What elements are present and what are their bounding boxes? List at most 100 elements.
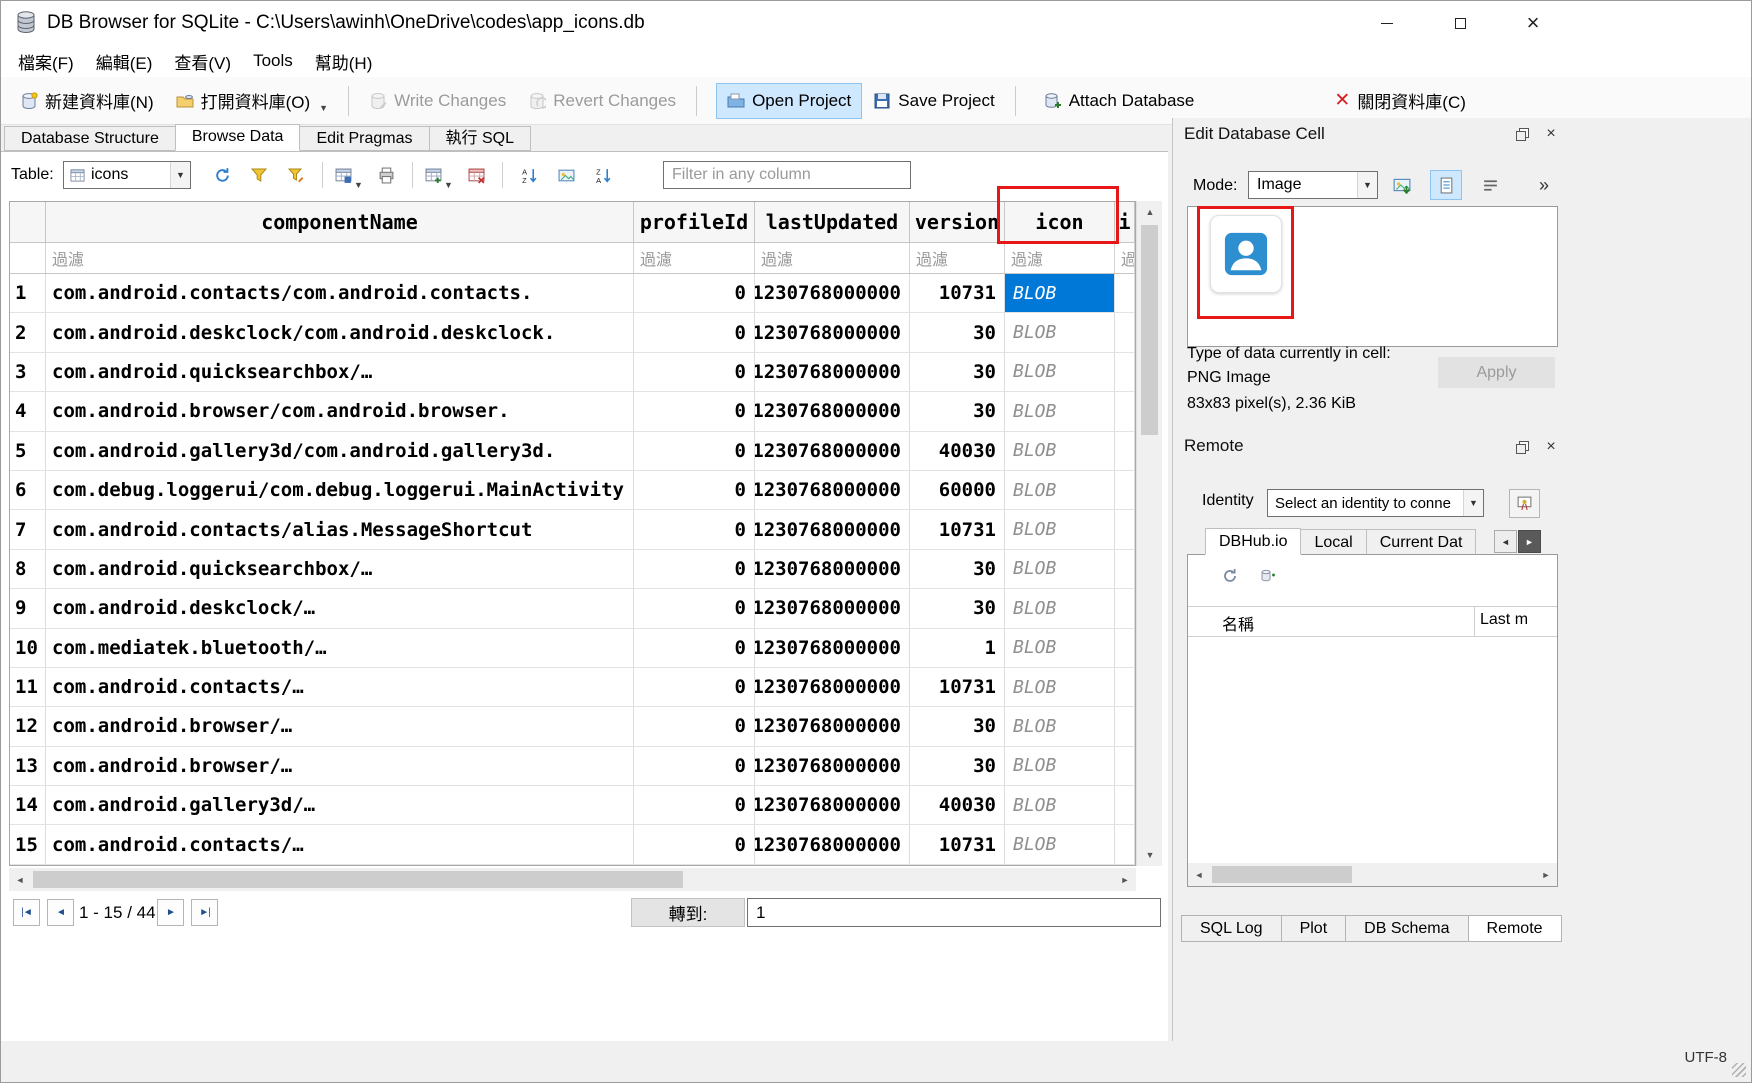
cell-icon-blob[interactable]: BLOB [1005, 471, 1115, 509]
cell-componentname[interactable]: com.mediatek.bluetooth/… [46, 629, 634, 667]
cell-icon-blob[interactable]: BLOB [1005, 510, 1115, 548]
identity-select[interactable]: Select an identity to conne ▼ [1267, 489, 1484, 517]
print-button[interactable] [371, 160, 401, 190]
remote-close-button[interactable]: × [1540, 436, 1562, 458]
cell-icon-blob[interactable]: BLOB [1005, 589, 1115, 627]
cell-partial[interactable] [1115, 629, 1135, 667]
cell-icon-blob[interactable]: BLOB [1005, 392, 1115, 430]
row-number[interactable]: 8 [10, 550, 46, 588]
table-row[interactable]: 4com.android.browser/com.android.browser… [10, 392, 1135, 431]
cell-lastupdated[interactable]: 1230768000000 [755, 747, 910, 785]
cell-lastupdated[interactable]: 1230768000000 [755, 786, 910, 824]
save-project-button[interactable]: Save Project [862, 83, 1005, 119]
table-select-caret[interactable]: ▼ [170, 162, 190, 188]
cell-lastupdated[interactable]: 1230768000000 [755, 629, 910, 667]
dock-tab[interactable]: Plot [1281, 915, 1347, 942]
row-number[interactable]: 5 [10, 432, 46, 470]
table-row[interactable]: 7com.android.contacts/alias.MessageShort… [10, 510, 1135, 549]
scroll-up-button[interactable]: ▲ [1137, 201, 1163, 223]
cell-profileid[interactable]: 0 [634, 274, 755, 312]
cell-icon-blob[interactable]: BLOB [1005, 786, 1115, 824]
cell-componentname[interactable]: com.android.quicksearchbox/… [46, 353, 634, 391]
scroll-down-button[interactable]: ▼ [1137, 844, 1163, 866]
cell-profileid[interactable]: 0 [634, 550, 755, 588]
filter-cell[interactable] [10, 243, 46, 273]
table-row[interactable]: 2com.android.deskclock/com.android.deskc… [10, 313, 1135, 352]
filter-input[interactable] [663, 161, 911, 189]
main-tab[interactable]: Edit Pragmas [299, 126, 429, 151]
dock-tab[interactable]: DB Schema [1345, 915, 1468, 942]
column-header[interactable]: lastUpdated [755, 202, 910, 242]
table-row[interactable]: 13com.android.browser/…0123076800000030B… [10, 747, 1135, 786]
cell-partial[interactable] [1115, 510, 1135, 548]
cell-version[interactable]: 10731 [910, 668, 1005, 706]
cell-componentname[interactable]: com.android.contacts/… [46, 825, 634, 863]
cell-profileid[interactable]: 0 [634, 471, 755, 509]
table-row[interactable]: 11com.android.contacts/…0123076800000010… [10, 668, 1135, 707]
remote-refresh-button[interactable] [1217, 563, 1243, 589]
cell-version[interactable]: 40030 [910, 432, 1005, 470]
cell-lastupdated[interactable]: 1230768000000 [755, 432, 910, 470]
cell-icon-blob[interactable]: BLOB [1005, 353, 1115, 391]
close-window-button[interactable]: × [1510, 1, 1556, 45]
column-header[interactable]: icon [1005, 202, 1115, 242]
cell-lastupdated[interactable]: 1230768000000 [755, 668, 910, 706]
cell-partial[interactable] [1115, 471, 1135, 509]
table-row[interactable]: 9com.android.deskclock/…0123076800000030… [10, 589, 1135, 628]
cell-componentname[interactable]: com.android.browser/com.android.browser. [46, 392, 634, 430]
import-data-button[interactable] [1386, 170, 1418, 200]
edit-cell-button[interactable] [551, 160, 581, 190]
cell-version[interactable]: 10731 [910, 510, 1005, 548]
edit-cell-float-button[interactable] [1511, 123, 1533, 145]
menu-item[interactable]: 檔案(F) [7, 44, 85, 79]
minimize-button[interactable] [1364, 1, 1410, 45]
filter-cell[interactable]: 過濾 [46, 243, 634, 273]
scroll-right-button[interactable]: ► [1114, 868, 1136, 891]
cell-icon-blob[interactable]: BLOB [1005, 825, 1115, 863]
table-row[interactable]: 15com.android.contacts/…0123076800000010… [10, 825, 1135, 864]
cell-lastupdated[interactable]: 1230768000000 [755, 471, 910, 509]
table-row[interactable]: 6com.debug.loggerui/com.debug.loggerui.M… [10, 471, 1135, 510]
row-number[interactable]: 2 [10, 313, 46, 351]
row-number[interactable]: 15 [10, 825, 46, 863]
row-number[interactable]: 10 [10, 629, 46, 667]
cell-componentname[interactable]: com.android.gallery3d/… [46, 786, 634, 824]
column-header[interactable]: i [1115, 202, 1135, 242]
row-number[interactable]: 11 [10, 668, 46, 706]
cell-partial[interactable] [1115, 589, 1135, 627]
insert-record-button[interactable]: ▼ [424, 160, 454, 190]
row-number[interactable]: 1 [10, 274, 46, 312]
identity-select-caret[interactable]: ▼ [1463, 490, 1483, 516]
main-tab[interactable]: 執行 SQL [429, 126, 531, 151]
cell-partial[interactable] [1115, 825, 1135, 863]
cell-lastupdated[interactable]: 1230768000000 [755, 589, 910, 627]
cell-icon-blob[interactable]: BLOB [1005, 432, 1115, 470]
row-header-corner[interactable] [10, 202, 46, 242]
goto-button[interactable]: 轉到: [631, 898, 745, 927]
table-row[interactable]: 3com.android.quicksearchbox/…01230768000… [10, 353, 1135, 392]
scrollbar-thumb[interactable] [1212, 866, 1352, 883]
cell-partial[interactable] [1115, 707, 1135, 745]
revert-changes-button[interactable]: Revert Changes [517, 83, 687, 119]
cell-componentname[interactable]: com.debug.loggerui/com.debug.loggerui.Ma… [46, 471, 634, 509]
open-database-button[interactable]: 打開資料庫(O) ▼ [165, 80, 339, 121]
text-view-button[interactable] [1430, 170, 1462, 200]
cell-partial[interactable] [1115, 668, 1135, 706]
word-wrap-button[interactable] [1474, 170, 1506, 200]
cell-partial[interactable] [1115, 747, 1135, 785]
clear-filters-button[interactable] [244, 160, 274, 190]
cell-profileid[interactable]: 0 [634, 432, 755, 470]
remote-float-button[interactable] [1511, 436, 1533, 458]
row-number[interactable]: 13 [10, 747, 46, 785]
dock-tab[interactable]: SQL Log [1181, 915, 1282, 942]
table-row[interactable]: 12com.android.browser/…0123076800000030B… [10, 707, 1135, 746]
cell-icon-blob[interactable]: BLOB [1005, 668, 1115, 706]
column-divider[interactable] [1474, 607, 1475, 636]
row-number[interactable]: 14 [10, 786, 46, 824]
edit-cell-close-button[interactable]: × [1540, 123, 1562, 145]
insert-record-caret[interactable]: ▼ [444, 180, 453, 190]
menu-item[interactable]: Tools [242, 46, 304, 76]
filter-cell[interactable]: 過濾 [634, 243, 755, 273]
name-column-header[interactable]: 名稱 [1222, 611, 1254, 635]
table-row[interactable]: 8com.android.quicksearchbox/…01230768000… [10, 550, 1135, 589]
